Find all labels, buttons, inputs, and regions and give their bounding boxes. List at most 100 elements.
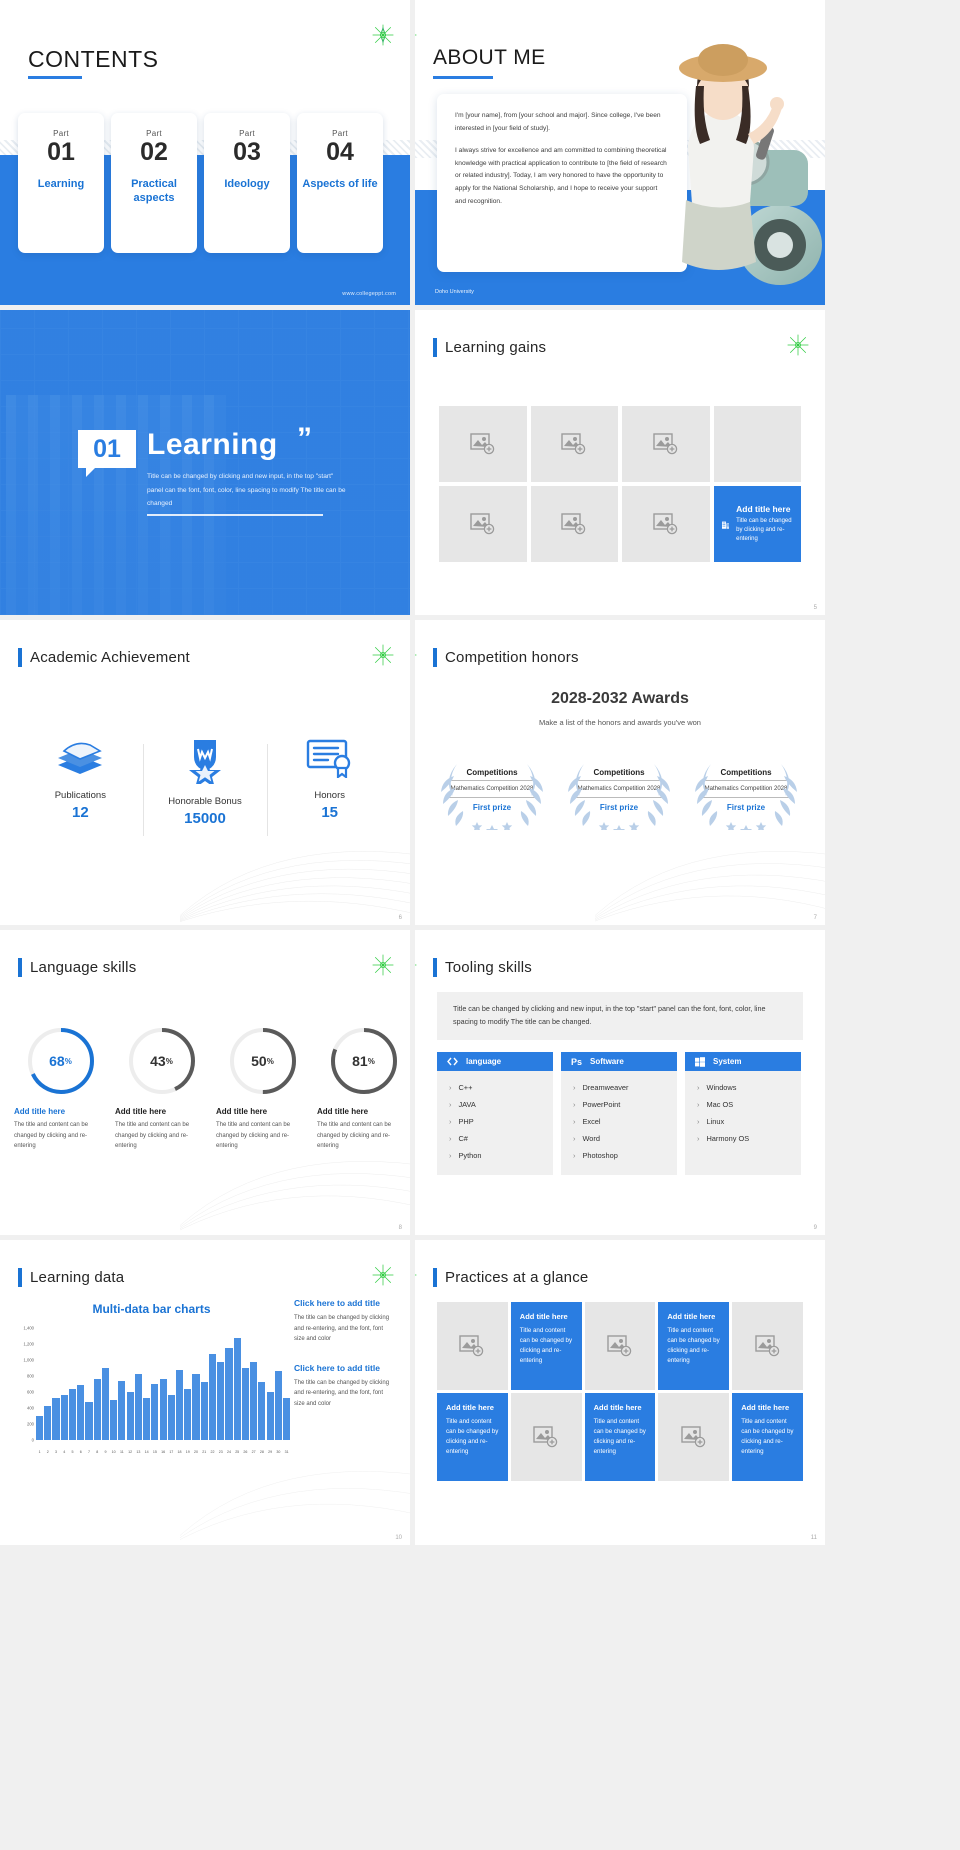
heading-text: Learning gains (445, 339, 547, 356)
practice-text-cell[interactable]: Add title here Title and content can be … (658, 1302, 730, 1390)
stat-honors[interactable]: Honors 15 (267, 738, 392, 836)
gains-cta-cell[interactable]: Add title here Title can be changed by c… (713, 486, 801, 562)
list-item[interactable]: PHP (449, 1113, 553, 1130)
stat-honorable-bonus[interactable]: Honorable Bonus 15000 (142, 738, 268, 836)
list-item[interactable]: Harmony OS (697, 1130, 801, 1147)
slide-practices[interactable]: Practices at a glance Add title here Tit… (415, 1240, 825, 1545)
column-title: language (466, 1057, 502, 1066)
list-item[interactable]: Python (449, 1147, 553, 1164)
slide-academic-achievement[interactable]: Academic Achievement Publications 12 Hon… (0, 620, 410, 925)
chart-bar (151, 1384, 159, 1440)
tooling-column-language[interactable]: language C++ JAVA PHP C# Python (437, 1052, 553, 1175)
image-placeholder[interactable] (437, 1302, 508, 1390)
award-card[interactable]: Competitions Mathematics Competition 202… (560, 750, 678, 830)
practice-text-cell[interactable]: Add title here Title and content can be … (584, 1393, 656, 1481)
slide-language-skills[interactable]: Language skills 68% Add title here The t… (0, 930, 410, 1235)
chart-x-tick: 7 (87, 1450, 90, 1454)
column-title: Software (590, 1057, 624, 1066)
slide-competition-honors[interactable]: Competition honors 2028-2032 Awards Make… (415, 620, 825, 925)
list-item[interactable]: Excel (573, 1113, 677, 1130)
slide-contents[interactable]: CONTENTS Part 01 Learning Part 02 Practi… (0, 0, 410, 305)
slide-learning-data[interactable]: Learning data Multi-data bar charts 0 200… (0, 1240, 410, 1545)
heading-text: Competition honors (445, 649, 579, 666)
image-placeholder[interactable] (622, 406, 710, 482)
award-card[interactable]: Competitions Mathematics Competition 202… (433, 750, 551, 830)
list-item[interactable]: C# (449, 1130, 553, 1147)
award-card[interactable]: Competitions Mathematics Competition 202… (687, 750, 805, 830)
slide-tooling-skills[interactable]: Tooling skills Title can be changed by c… (415, 930, 825, 1235)
about-text-card[interactable]: I'm [your name], from [your school and m… (437, 94, 687, 272)
list-item[interactable]: Windows (697, 1079, 801, 1096)
list-item[interactable]: Word (573, 1130, 677, 1147)
donut-item[interactable]: 68% Add title here The title and content… (14, 1025, 107, 1152)
practice-text-cell[interactable]: Add title here Title and content can be … (732, 1393, 803, 1481)
footer-university: Doho University (435, 289, 474, 295)
bar-chart[interactable]: 0 200 400 600 800 1,000 1,200 1,400 1 2 3 4 5 6 7 8 9 10… (14, 1326, 291, 1458)
sparkle-icon (372, 24, 394, 46)
slide-section-learning[interactable]: 01 Learning ” Title can be changed by cl… (0, 310, 410, 615)
chart-x-tick: 5 (71, 1450, 74, 1454)
practice-title: Add title here (519, 1312, 568, 1321)
list-item[interactable]: Linux (697, 1113, 801, 1130)
stat-publications[interactable]: Publications 12 (18, 738, 143, 827)
chart-x-tick: 2 (46, 1450, 49, 1454)
donut-item[interactable]: 43% Add title here The title and content… (115, 1025, 208, 1152)
sparkle-icon (415, 964, 417, 966)
slide-about-me[interactable]: ABOUT ME I'm [your name], from [your sch… (415, 0, 825, 305)
donut-item[interactable]: 50% Add title here The title and content… (216, 1025, 309, 1152)
contents-card-1[interactable]: Part 01 Learning (18, 113, 104, 253)
sparkle-icon (372, 1264, 394, 1286)
donut-ring: 43% (126, 1025, 198, 1097)
chart-x-tick: 11 (120, 1450, 124, 1454)
heading-text: Tooling skills (445, 959, 532, 976)
quote-icon: ” (297, 422, 312, 455)
panel-title[interactable]: Click here to add title (294, 1298, 394, 1308)
list-item[interactable]: JAVA (449, 1096, 553, 1113)
donut-item[interactable]: 81% Add title here The title and content… (317, 1025, 410, 1152)
chart-x-labels: 1 2 3 4 5 6 7 8 9 10 11 12 13 14 15 16 17 18 19 20 21 22 23 24 2… (36, 1450, 290, 1454)
skill-donuts: 68% Add title here The title and content… (14, 1025, 410, 1152)
list-item[interactable]: C++ (449, 1079, 553, 1096)
panel-title[interactable]: Click here to add title (294, 1363, 394, 1373)
heading-accent-bar (433, 648, 437, 667)
page-number: 9 (813, 1225, 817, 1231)
list-item[interactable]: Photoshop (573, 1147, 677, 1164)
image-placeholder[interactable] (439, 486, 527, 562)
image-placeholder[interactable] (530, 486, 618, 562)
image-placeholder[interactable] (510, 1393, 582, 1481)
chart-bar (200, 1382, 208, 1440)
medal-icon (189, 740, 221, 784)
card-label: Learning (37, 177, 85, 190)
column-items: Windows Mac OS Linux Harmony OS (685, 1071, 801, 1175)
sparkle-icon (415, 1274, 417, 1276)
card-number: 04 (326, 138, 354, 166)
image-placeholder[interactable] (732, 1302, 803, 1390)
image-placeholder[interactable] (584, 1302, 656, 1390)
contents-card-3[interactable]: Part 03 Ideology (204, 113, 290, 253)
image-placeholder[interactable] (439, 406, 527, 482)
laurel-wreath-icon (568, 764, 670, 830)
list-item[interactable]: Mac OS (697, 1096, 801, 1113)
section-rule (147, 514, 323, 516)
tooling-column-software[interactable]: Ps Software Dreamweaver PowerPoint Excel… (561, 1052, 677, 1175)
chart-bar (68, 1388, 77, 1440)
image-placeholder[interactable] (658, 1393, 730, 1481)
image-placeholder[interactable] (713, 406, 801, 482)
list-item[interactable]: PowerPoint (573, 1096, 677, 1113)
slide-deck: CONTENTS Part 01 Learning Part 02 Practi… (0, 0, 960, 1545)
practice-text-cell[interactable]: Add title here Title and content can be … (437, 1393, 508, 1481)
sparkle-icon (372, 954, 394, 976)
donut-text: The title and content can be changed by … (115, 1122, 190, 1149)
chart-x-tick: 16 (161, 1450, 166, 1454)
image-placeholder[interactable] (530, 406, 618, 482)
practice-title: Add title here (741, 1403, 790, 1412)
list-item[interactable]: Dreamweaver (573, 1079, 677, 1096)
tooling-column-system[interactable]: System Windows Mac OS Linux Harmony OS (685, 1052, 801, 1175)
image-placeholder[interactable] (622, 486, 710, 562)
chart-x-tick: 10 (111, 1450, 116, 1454)
slide-learning-gains[interactable]: Learning gains Add title here Title can … (415, 310, 825, 615)
gains-image-grid: Add title here Title can be changed by c… (439, 406, 801, 562)
contents-card-4[interactable]: Part 04 Aspects of life (297, 113, 383, 253)
contents-card-2[interactable]: Part 02 Practical aspects (111, 113, 197, 253)
practice-text-cell[interactable]: Add title here Title and content can be … (510, 1302, 582, 1390)
